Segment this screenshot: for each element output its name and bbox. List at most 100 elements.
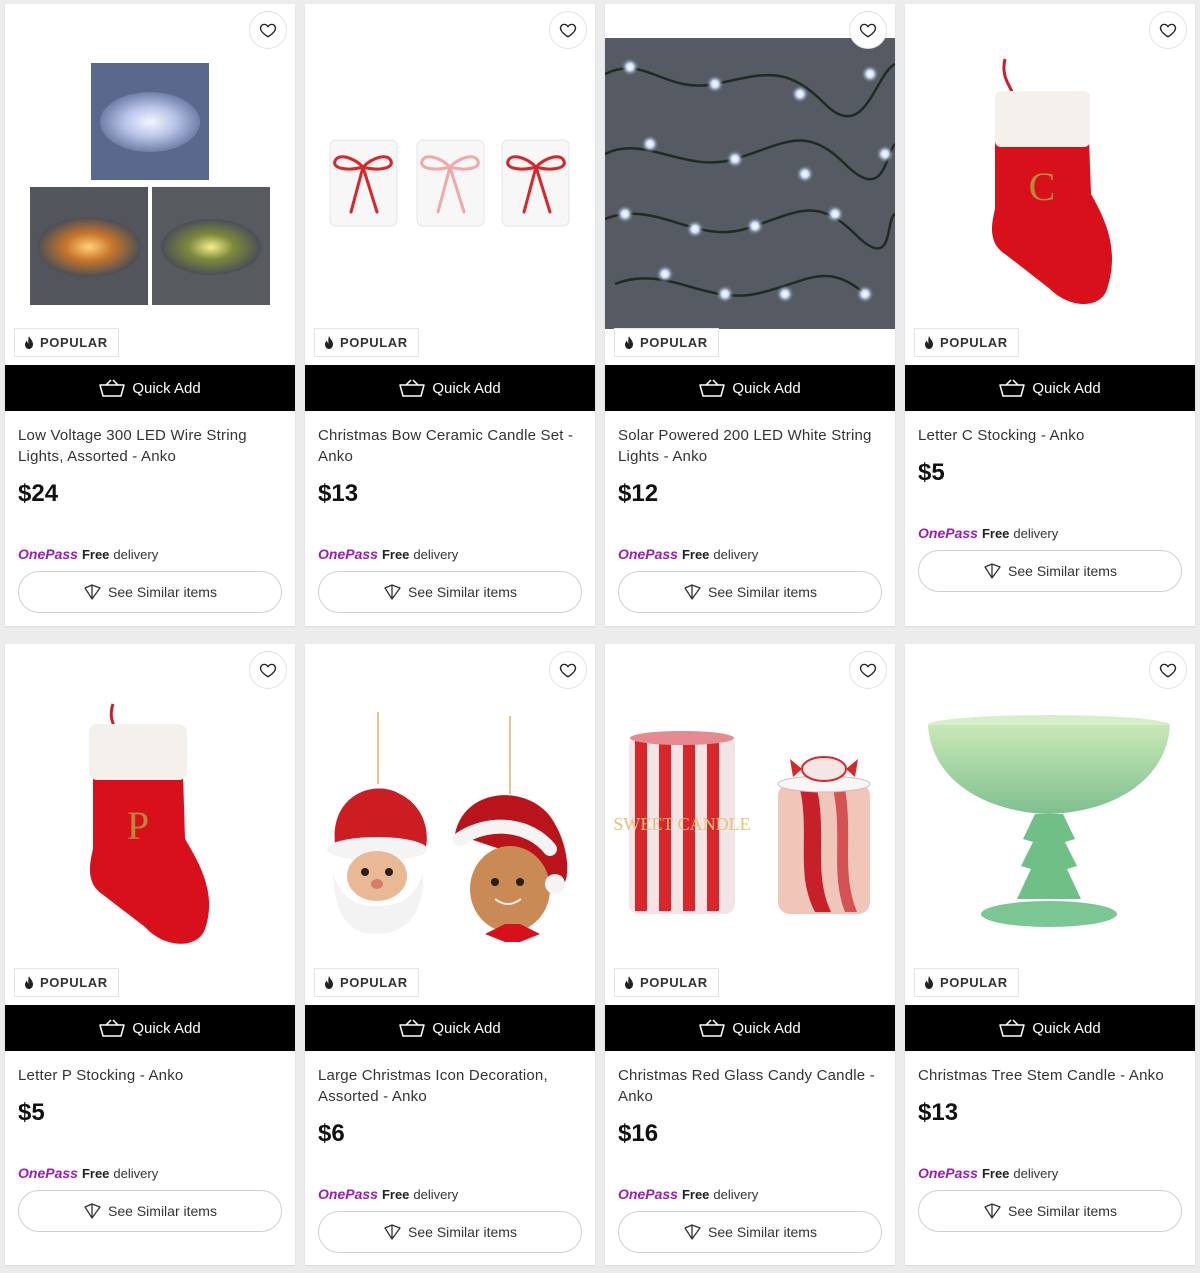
quick-add-label: Quick Add bbox=[1032, 379, 1101, 397]
heart-icon bbox=[559, 23, 577, 38]
badge-label: POPULAR bbox=[40, 335, 108, 350]
quick-add-button[interactable]: Quick Add bbox=[5, 1005, 295, 1051]
delivery-label: delivery bbox=[1013, 526, 1059, 541]
flame-icon bbox=[325, 336, 333, 349]
onepass-logo: OnePass bbox=[18, 546, 78, 562]
product-title[interactable]: Christmas Tree Stem Candle - Anko bbox=[918, 1065, 1184, 1086]
quick-add-button[interactable]: Quick Add bbox=[605, 365, 895, 411]
quick-add-label: Quick Add bbox=[132, 379, 201, 397]
see-similar-button[interactable]: See Similar items bbox=[618, 1211, 882, 1253]
basket-icon bbox=[699, 379, 726, 397]
quick-add-label: Quick Add bbox=[432, 1019, 501, 1037]
product-card[interactable]: POPULAR Quick Add Solar Powered 200 LED … bbox=[605, 4, 895, 626]
quick-add-label: Quick Add bbox=[732, 379, 801, 397]
see-similar-button[interactable]: See Similar items bbox=[18, 1190, 282, 1232]
wishlist-button[interactable] bbox=[549, 11, 587, 49]
see-similar-button[interactable]: See Similar items bbox=[918, 550, 1182, 592]
flame-icon bbox=[625, 336, 633, 349]
product-title[interactable]: Letter P Stocking - Anko bbox=[18, 1065, 284, 1086]
product-image[interactable] bbox=[305, 644, 595, 1004]
christmas-ornaments-image bbox=[327, 712, 568, 942]
badge-label: POPULAR bbox=[340, 975, 408, 990]
quick-add-button[interactable]: Quick Add bbox=[305, 365, 595, 411]
bow-candles-image bbox=[329, 139, 570, 227]
flame-icon bbox=[625, 976, 633, 989]
quick-add-button[interactable]: Quick Add bbox=[905, 365, 1195, 411]
see-similar-button[interactable]: See Similar items bbox=[18, 571, 282, 613]
product-title[interactable]: Low Voltage 300 LED Wire String Lights, … bbox=[18, 425, 284, 467]
product-title[interactable]: Christmas Bow Ceramic Candle Set - Anko bbox=[318, 425, 584, 467]
heart-icon bbox=[1159, 23, 1177, 38]
popular-badge: POPULAR bbox=[314, 968, 419, 997]
see-similar-button[interactable]: See Similar items bbox=[318, 1211, 582, 1253]
product-card[interactable]: POPULAR Quick Add Christmas Tree Stem Ca… bbox=[905, 644, 1195, 1265]
wishlist-button[interactable] bbox=[249, 11, 287, 49]
product-image[interactable] bbox=[605, 4, 895, 364]
popular-badge: POPULAR bbox=[614, 968, 719, 997]
product-title[interactable]: Solar Powered 200 LED White String Light… bbox=[618, 425, 884, 467]
product-image[interactable] bbox=[5, 4, 295, 364]
quick-add-button[interactable]: Quick Add bbox=[605, 1005, 895, 1051]
product-title[interactable]: Christmas Red Glass Candy Candle - Anko bbox=[618, 1065, 884, 1107]
onepass-logo: OnePass bbox=[318, 1186, 378, 1202]
product-card[interactable]: POPULAR Quick Add Christmas Bow Ceramic … bbox=[305, 4, 595, 626]
wishlist-button[interactable] bbox=[249, 651, 287, 689]
quick-add-button[interactable]: Quick Add bbox=[5, 365, 295, 411]
heart-icon bbox=[859, 663, 877, 678]
onepass-delivery: OnePass Free delivery bbox=[18, 1165, 158, 1181]
see-similar-button[interactable]: See Similar items bbox=[618, 571, 882, 613]
product-title[interactable]: Letter C Stocking - Anko bbox=[918, 425, 1184, 446]
popular-badge: POPULAR bbox=[914, 968, 1019, 997]
onepass-logo: OnePass bbox=[18, 1165, 78, 1181]
candle-box-text: SWEET CANDLE bbox=[613, 814, 750, 834]
quick-add-button[interactable]: Quick Add bbox=[905, 1005, 1195, 1051]
quick-add-button[interactable]: Quick Add bbox=[305, 1005, 595, 1051]
product-title[interactable]: Large Christmas Icon Decoration, Assorte… bbox=[318, 1065, 584, 1107]
onepass-delivery: OnePass Free delivery bbox=[918, 1165, 1058, 1181]
quick-add-label: Quick Add bbox=[1032, 1019, 1101, 1037]
popular-badge: POPULAR bbox=[614, 328, 719, 357]
delivery-label: delivery bbox=[713, 547, 759, 562]
onepass-delivery: OnePass Free delivery bbox=[618, 546, 758, 562]
wishlist-button[interactable] bbox=[1149, 11, 1187, 49]
popular-badge: POPULAR bbox=[314, 328, 419, 357]
wishlist-button[interactable] bbox=[849, 651, 887, 689]
product-card[interactable]: POPULAR Quick Add Low Voltage 300 LED Wi… bbox=[5, 4, 295, 626]
onepass-logo: OnePass bbox=[918, 1165, 978, 1181]
product-card[interactable]: POPULAR Quick Add Large Christmas Icon D… bbox=[305, 644, 595, 1265]
wishlist-button[interactable] bbox=[549, 651, 587, 689]
see-similar-button[interactable]: See Similar items bbox=[918, 1190, 1182, 1232]
stocking-monogram: C bbox=[1029, 164, 1056, 209]
similar-icon bbox=[384, 1224, 401, 1240]
see-similar-label: See Similar items bbox=[1008, 563, 1117, 579]
delivery-label: delivery bbox=[713, 1187, 759, 1202]
see-similar-label: See Similar items bbox=[408, 584, 517, 600]
product-price: $24 bbox=[18, 480, 59, 507]
badge-label: POPULAR bbox=[40, 975, 108, 990]
product-image[interactable]: C bbox=[905, 4, 1195, 364]
delivery-label: delivery bbox=[1013, 1166, 1059, 1181]
onepass-delivery: OnePass Free delivery bbox=[318, 1186, 458, 1202]
flame-icon bbox=[325, 976, 333, 989]
heart-icon bbox=[259, 23, 277, 38]
wishlist-button[interactable] bbox=[849, 11, 887, 49]
badge-label: POPULAR bbox=[640, 335, 708, 350]
product-card[interactable]: SWEET CANDLE POPULAR Quick Add Christmas… bbox=[605, 644, 895, 1265]
product-card[interactable]: C POPULAR Quick Add Letter C Stocking - … bbox=[905, 4, 1195, 626]
see-similar-button[interactable]: See Similar items bbox=[318, 571, 582, 613]
delivery-label: delivery bbox=[113, 547, 159, 562]
popular-badge: POPULAR bbox=[914, 328, 1019, 357]
badge-label: POPULAR bbox=[340, 335, 408, 350]
similar-icon bbox=[684, 1224, 701, 1240]
product-grid: POPULAR Quick Add Low Voltage 300 LED Wi… bbox=[0, 0, 1200, 1273]
product-card[interactable]: P POPULAR Quick Add Letter P Stocking - … bbox=[5, 644, 295, 1265]
product-image[interactable] bbox=[905, 644, 1195, 1004]
wishlist-button[interactable] bbox=[1149, 651, 1187, 689]
product-image[interactable]: P bbox=[5, 644, 295, 1004]
free-label: Free bbox=[381, 547, 410, 562]
product-image[interactable]: SWEET CANDLE bbox=[605, 644, 895, 1004]
quick-add-label: Quick Add bbox=[732, 1019, 801, 1037]
product-image[interactable] bbox=[305, 4, 595, 364]
quick-add-label: Quick Add bbox=[432, 379, 501, 397]
popular-badge: POPULAR bbox=[14, 328, 119, 357]
